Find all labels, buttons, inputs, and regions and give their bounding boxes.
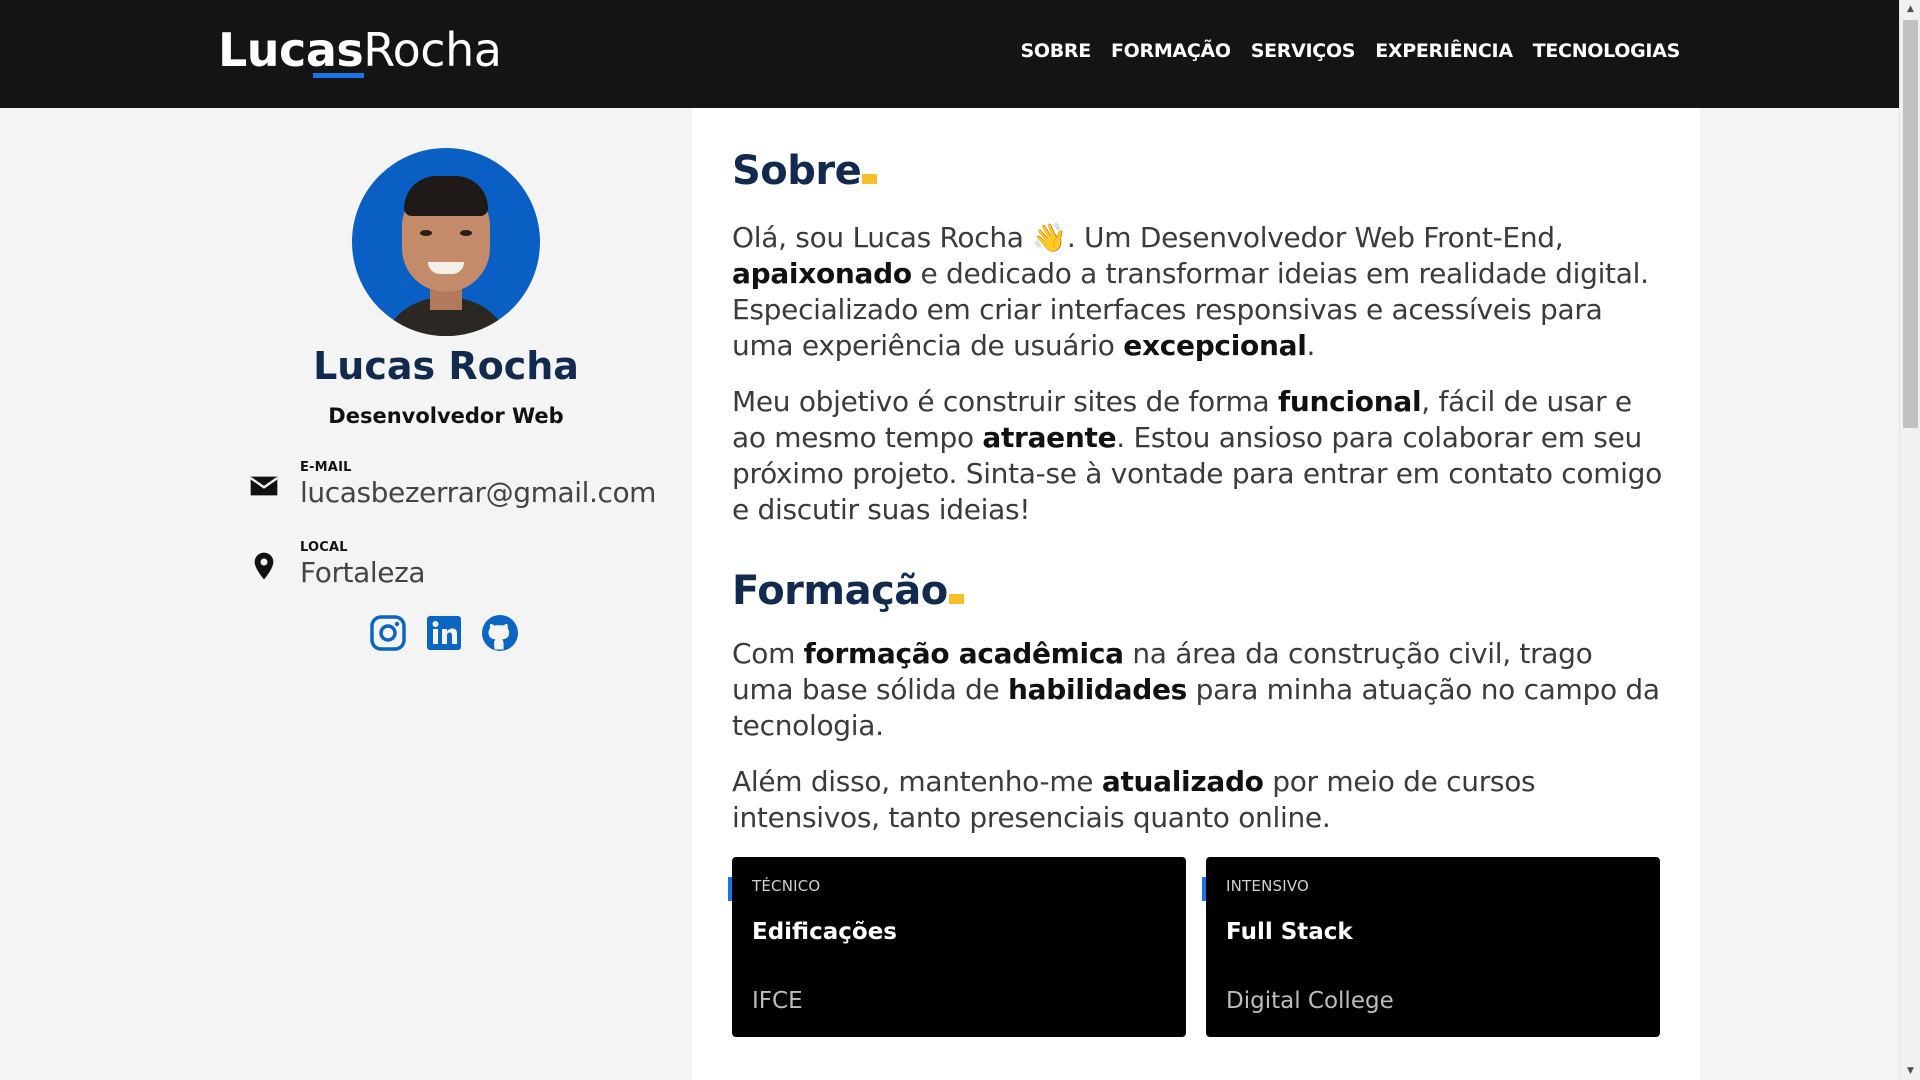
scroll-thumb[interactable] — [1903, 20, 1918, 428]
emphasis-text: atualizado — [1101, 765, 1264, 798]
social-links — [368, 613, 520, 653]
logo-underline — [313, 73, 364, 78]
nav-experiencia[interactable]: EXPERIÊNCIA — [1375, 40, 1513, 62]
sobre-title-text: Sobre — [732, 148, 862, 194]
avatar-eye-right — [460, 230, 472, 236]
formacao-paragraph-2: Além disso, mantenho-me atualizado por m… — [732, 765, 1536, 834]
site-header: LucasRocha SOBRE FORMAÇÃO SERVIÇOS EXPER… — [0, 0, 1899, 108]
formacao-title: Formação — [732, 568, 964, 614]
instagram-icon[interactable] — [368, 613, 408, 653]
course-card: TÉCNICO Edificações IFCE — [728, 857, 1186, 1037]
card-institution: IFCE — [752, 988, 803, 1014]
location-label: LOCAL — [300, 540, 348, 555]
avatar — [352, 148, 540, 336]
emphasis-text: habilidades — [1008, 673, 1188, 706]
sobre-title: Sobre — [732, 148, 878, 194]
card-title: Edificações — [752, 919, 897, 945]
card-accent-bar — [728, 877, 732, 901]
card-institution: Digital College — [1226, 988, 1394, 1014]
email-value[interactable]: lucasbezerrar@gmail.com — [300, 476, 656, 509]
card-type: INTENSIVO — [1226, 877, 1310, 895]
linkedin-icon[interactable] — [424, 613, 464, 653]
logo-last-name: Rocha — [363, 23, 502, 77]
sobre-paragraph-2: Meu objetivo é construir sites de forma … — [732, 385, 1662, 526]
location-pin-icon — [254, 552, 274, 580]
scroll-down-arrow-icon[interactable]: ▼ — [1900, 1062, 1920, 1080]
sobre-paragraph-1: Olá, sou Lucas Rocha 👋. Um Desenvolvedor… — [732, 221, 1649, 362]
main-content: Sobre Olá, sou Lucas Rocha 👋. Um Desenvo… — [692, 108, 1700, 1080]
scroll-up-arrow-icon[interactable]: ▲ — [1900, 0, 1920, 18]
github-icon[interactable] — [480, 613, 520, 653]
emphasis-text: atraente — [982, 421, 1117, 454]
location-value: Fortaleza — [300, 556, 426, 589]
profile-sidebar: Lucas Rocha Desenvolvedor Web E-MAIL luc… — [218, 108, 692, 1080]
email-label: E-MAIL — [300, 460, 352, 475]
emphasis-text: formação acadêmica — [803, 637, 1124, 670]
emphasis-text: funcional — [1278, 385, 1422, 418]
emphasis-text: apaixonado — [732, 257, 912, 290]
formacao-paragraph-1: Com formação acadêmica na área da constr… — [732, 637, 1660, 742]
page-scrollbar[interactable]: ▲ ▼ — [1899, 0, 1920, 1080]
waving-hand-icon: 👋 — [1032, 221, 1067, 254]
nav-servicos[interactable]: SERVIÇOS — [1251, 40, 1356, 62]
course-card: INTENSIVO Full Stack Digital College — [1202, 857, 1660, 1037]
avatar-eye-left — [420, 230, 432, 236]
avatar-hair — [404, 176, 488, 216]
logo[interactable]: LucasRocha — [218, 22, 502, 78]
nav-sobre[interactable]: SOBRE — [1021, 40, 1092, 62]
formacao-title-text: Formação — [732, 568, 948, 614]
logo-first-name: Lucas — [218, 23, 364, 77]
card-title: Full Stack — [1226, 919, 1353, 945]
profile-name: Lucas Rocha — [313, 344, 579, 388]
title-accent-dot — [948, 594, 964, 604]
card-type: TÉCNICO — [752, 877, 821, 895]
nav-tecnologias[interactable]: TECNOLOGIAS — [1533, 40, 1681, 62]
card-accent-bar — [1202, 877, 1206, 901]
envelope-icon — [249, 476, 279, 496]
main-nav: SOBRE FORMAÇÃO SERVIÇOS EXPERIÊNCIA TECN… — [1021, 40, 1681, 62]
emphasis-text: excepcional — [1123, 329, 1307, 362]
profile-role: Desenvolvedor Web — [328, 404, 564, 428]
nav-formacao[interactable]: FORMAÇÃO — [1111, 40, 1231, 62]
title-accent-dot — [862, 174, 878, 184]
